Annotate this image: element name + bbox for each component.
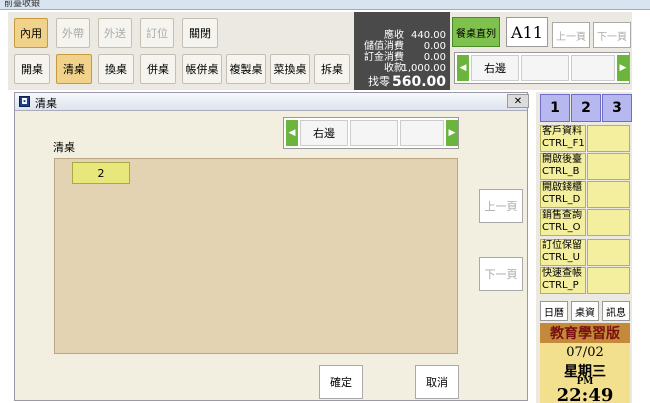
number-tab-3[interactable]: 3 — [602, 94, 632, 122]
takeout-button[interactable]: 外帶 — [56, 18, 90, 48]
move-dish-button[interactable]: 菜換桌 — [270, 54, 310, 84]
shortcut-key: CTRL_F1 — [542, 138, 585, 149]
left-arrow-icon[interactable]: ◀ — [286, 120, 298, 146]
shortcut-key: CTRL_D — [542, 194, 581, 205]
shortcut-blank[interactable] — [587, 153, 630, 180]
shortcut-blank[interactable] — [587, 267, 630, 294]
date: 07/02 — [566, 345, 604, 360]
shortcut-label: 開啟錢櫃 — [542, 182, 582, 193]
shortcut-customer[interactable]: 客戶資料 CTRL_F1 — [540, 125, 586, 152]
close-icon[interactable]: ✕ — [507, 94, 529, 108]
shortcut-blank[interactable] — [587, 239, 630, 266]
area-code[interactable]: A11 — [506, 17, 548, 47]
window-title: 前臺收銀 — [4, 0, 41, 9]
calendar-button[interactable]: 日曆 — [540, 301, 568, 321]
area-tab-empty[interactable] — [571, 55, 615, 81]
cancel-button[interactable]: 取消 — [415, 365, 459, 399]
dine-in-button[interactable]: 內用 — [14, 18, 48, 48]
shortcut-drawer[interactable]: 開啟錢櫃 CTRL_D — [540, 181, 586, 208]
number-tab-2[interactable]: 2 — [571, 94, 601, 122]
shortcut-label: 銷售查詢 — [542, 210, 582, 221]
next-page-button[interactable]: 下一頁 — [593, 22, 631, 48]
clock-panel: 07/02 星期三 PM 22:49 — [540, 343, 630, 403]
app-icon: ◘ — [19, 96, 30, 107]
dialog-titlebar: ◘ 清桌 ✕ — [15, 93, 529, 111]
shortcut-sales[interactable]: 銷售查詢 CTRL_O — [540, 209, 586, 236]
shortcut-blank[interactable] — [587, 181, 630, 208]
edition-label: 教育學習版 — [540, 323, 630, 343]
area-tab-right[interactable]: 右邊 — [300, 120, 348, 146]
right-arrow-icon[interactable]: ▶ — [617, 55, 629, 81]
table-grid — [54, 158, 458, 354]
split-table-button[interactable]: 拆桌 — [314, 54, 350, 84]
shortcut-reservation[interactable]: 訂位保留 CTRL_U — [540, 239, 586, 266]
clear-table-button[interactable]: 清桌 — [56, 54, 92, 84]
dialog-prev-page-button[interactable]: 上一頁 — [479, 189, 523, 223]
prev-page-button[interactable]: 上一頁 — [552, 22, 590, 48]
close-button[interactable]: 關閉 — [182, 18, 218, 48]
shortcut-key: CTRL_O — [542, 222, 581, 233]
time: 22:49 — [556, 385, 614, 403]
table-info-button[interactable]: 桌資 — [571, 301, 599, 321]
copy-table-button[interactable]: 複製桌 — [226, 54, 266, 84]
dialog-subtitle: 清桌 — [53, 141, 75, 154]
shortcut-label: 客戶資料 — [542, 126, 582, 137]
shortcut-key: CTRL_P — [542, 280, 579, 291]
area-tab-empty[interactable] — [521, 55, 569, 81]
delivery-button[interactable]: 外送 — [98, 18, 132, 48]
shortcut-blank[interactable] — [587, 125, 630, 152]
shortcut-accounts[interactable]: 快速查帳 CTRL_P — [540, 267, 586, 294]
dialog-area-selector: ◀ 右邊 ▶ — [283, 117, 459, 149]
area-tab-right[interactable]: 右邊 — [471, 55, 519, 81]
reservation-button[interactable]: 訂位 — [140, 18, 174, 48]
shortcut-key: CTRL_B — [542, 166, 580, 177]
message-button[interactable]: 訊息 — [602, 301, 630, 321]
bill-merge-button[interactable]: 帳併桌 — [182, 54, 222, 84]
area-tab-empty[interactable] — [400, 120, 444, 146]
area-selector: ◀ 右邊 ▶ — [454, 52, 630, 84]
shortcut-label: 開啟後臺 — [542, 154, 582, 165]
shortcut-backend[interactable]: 開啟後臺 CTRL_B — [540, 153, 586, 180]
shortcut-label: 快速查帳 — [542, 268, 582, 279]
table-list-button[interactable]: 餐桌直列 — [452, 17, 500, 47]
area-tab-empty[interactable] — [350, 120, 398, 146]
merge-table-button[interactable]: 併桌 — [140, 54, 176, 84]
confirm-button[interactable]: 確定 — [319, 365, 363, 399]
right-arrow-icon[interactable]: ▶ — [446, 120, 458, 146]
shortcut-label: 訂位保留 — [542, 240, 582, 251]
dialog-title: 清桌 — [35, 97, 57, 110]
left-arrow-icon[interactable]: ◀ — [457, 55, 469, 81]
dialog-next-page-button[interactable]: 下一頁 — [479, 257, 523, 291]
table-tile[interactable]: 2 — [72, 162, 130, 184]
number-tab-1[interactable]: 1 — [540, 94, 570, 122]
payment-summary: 應收 440.00 儲值消費 0.00 訂金消費 0.00 收款 1,000.0… — [354, 12, 450, 90]
open-table-button[interactable]: 開桌 — [14, 54, 50, 84]
window-titlebar: 前臺收銀 — [0, 0, 650, 10]
shortcut-blank[interactable] — [587, 209, 630, 236]
change-table-button[interactable]: 換桌 — [98, 54, 134, 84]
shortcut-key: CTRL_U — [542, 252, 580, 263]
